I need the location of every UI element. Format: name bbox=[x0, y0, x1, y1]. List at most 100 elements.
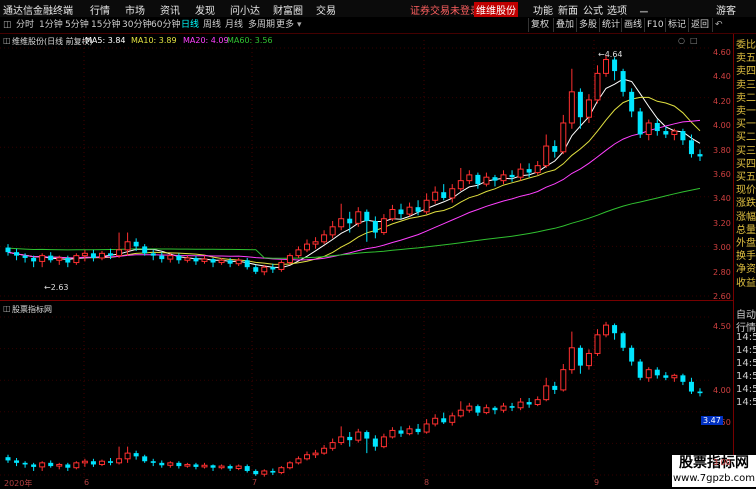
period-multi[interactable]: 多周期 bbox=[248, 18, 275, 32]
candle-body-up bbox=[406, 428, 413, 435]
menu-jiaoyi[interactable]: 交易 bbox=[316, 2, 336, 17]
main-yaxis-label: 4.40 bbox=[713, 72, 731, 82]
period-fenshi[interactable]: 分时 bbox=[16, 18, 34, 32]
xaxis-label-7: 7 bbox=[252, 478, 258, 487]
candle-body-down bbox=[398, 430, 404, 434]
candle-body-down bbox=[415, 428, 421, 433]
btn-fanhui[interactable]: 返回 bbox=[688, 18, 709, 32]
candle-body-down bbox=[620, 333, 626, 348]
candle-body-down bbox=[697, 391, 703, 394]
candle-body-down bbox=[577, 347, 583, 366]
candle-body-up bbox=[56, 463, 63, 467]
candle-body-up bbox=[517, 168, 524, 178]
candle-body-up bbox=[423, 423, 430, 433]
candle-body-down bbox=[492, 177, 498, 181]
candle-body-up bbox=[560, 369, 567, 391]
menu-zixun[interactable]: 资讯 bbox=[160, 2, 180, 17]
candle-body-up bbox=[329, 226, 336, 236]
kline-main-panel[interactable]: ◫ 维维股份(日线 前复权) MA5: 3.84 MA10: 3.89 MA20… bbox=[0, 34, 733, 301]
dropdown-icon[interactable]: ▾ bbox=[297, 18, 302, 32]
candle-body-up bbox=[98, 460, 105, 465]
period-15min[interactable]: 15分钟 bbox=[91, 18, 120, 32]
candle-body-up bbox=[585, 352, 592, 367]
candle-body-down bbox=[210, 259, 216, 263]
candle-body-up bbox=[500, 405, 507, 411]
low-annotation: ←2.63 bbox=[44, 283, 69, 292]
candle-body-down bbox=[509, 406, 515, 408]
main-yaxis-label: 4.60 bbox=[713, 48, 731, 57]
candle-body-down bbox=[552, 146, 558, 152]
candle-body-up bbox=[312, 241, 319, 245]
candle-body-down bbox=[90, 461, 96, 465]
menu-faxian[interactable]: 发现 bbox=[195, 2, 215, 17]
period-1min[interactable]: 1分钟 bbox=[39, 18, 63, 32]
period-weekly[interactable]: 周线 bbox=[203, 18, 221, 32]
candle-body-up bbox=[81, 252, 88, 257]
minimize-icon[interactable]: ▁ bbox=[640, 2, 648, 13]
menu-shichang[interactable]: 市场 bbox=[125, 2, 145, 17]
btn-f10[interactable]: F10 bbox=[644, 18, 664, 32]
candle-body-up bbox=[466, 174, 473, 182]
menu-wenxiaoda[interactable]: 问小达 bbox=[230, 2, 260, 17]
btn-fuquan[interactable]: 复权 bbox=[528, 18, 549, 32]
current-price-tag: 3.47 bbox=[701, 416, 723, 425]
btn-diejia[interactable]: 叠加 bbox=[553, 18, 574, 32]
candle-body-up bbox=[483, 407, 490, 414]
period-daily[interactable]: 日线 bbox=[181, 18, 199, 32]
candle-body-up bbox=[355, 431, 362, 441]
btn-duogu[interactable]: 多股 bbox=[576, 18, 597, 32]
candle-body-down bbox=[372, 438, 378, 447]
menu-xuanxiang[interactable]: 选项 bbox=[607, 2, 627, 17]
period-60min[interactable]: 60分钟 bbox=[151, 18, 180, 32]
menu-banmian[interactable]: 新面 bbox=[558, 2, 578, 17]
btn-tongji[interactable]: 统计 bbox=[599, 18, 620, 32]
candle-body-down bbox=[108, 253, 114, 256]
menu-hangqing[interactable]: 行情 bbox=[90, 2, 110, 17]
candle-body-down bbox=[441, 418, 447, 423]
candle-body-down bbox=[637, 361, 643, 378]
candle-body-up bbox=[73, 462, 80, 469]
btn-huaxian[interactable]: 画线 bbox=[621, 18, 642, 32]
candle-body-up bbox=[457, 180, 464, 190]
menu-gongshi[interactable]: 公式 bbox=[583, 2, 603, 17]
candle-body-up bbox=[321, 234, 328, 243]
period-30min[interactable]: 30分钟 bbox=[122, 18, 151, 32]
menu-caifuquan[interactable]: 财富圈 bbox=[273, 2, 303, 17]
candle-body-up bbox=[218, 465, 225, 469]
candle-body-down bbox=[90, 253, 96, 258]
ma10-line bbox=[7, 96, 701, 265]
candle-body-up bbox=[81, 460, 88, 464]
main-yaxis-label: 3.40 bbox=[713, 194, 731, 204]
login-status[interactable]: 证券交易未登录 bbox=[410, 2, 480, 17]
user-guest[interactable]: 游客 bbox=[716, 2, 736, 17]
candle-body-down bbox=[637, 111, 643, 135]
candle-body-up bbox=[432, 417, 439, 425]
candle-body-down bbox=[253, 470, 259, 475]
candle-body-up bbox=[124, 452, 131, 460]
candle-body-up bbox=[534, 165, 541, 174]
sub-svg bbox=[0, 309, 710, 479]
btn-biaoji[interactable]: 标记 bbox=[665, 18, 686, 32]
candle-body-up bbox=[449, 188, 456, 199]
back-arrow-icon[interactable]: ↶ bbox=[712, 18, 723, 32]
period-5min[interactable]: 5分钟 bbox=[65, 18, 89, 32]
candle-body-down bbox=[210, 465, 216, 468]
candle-body-up bbox=[568, 347, 575, 371]
menu-gongneng[interactable]: 功能 bbox=[533, 2, 553, 17]
sub-yaxis-label: 3.00 bbox=[713, 458, 731, 467]
indicator-sub-panel[interactable]: ◫ 股票指标网 bbox=[0, 303, 733, 479]
main-yaxis-label: 4.20 bbox=[713, 96, 731, 106]
period-monthly[interactable]: 月线 bbox=[225, 18, 243, 32]
candle-body-up bbox=[483, 176, 490, 185]
candle-body-up bbox=[201, 258, 208, 262]
candle-body-down bbox=[193, 257, 199, 262]
tick-row-3: 14:50 bbox=[736, 345, 756, 356]
candle-body-down bbox=[48, 255, 54, 261]
watermark-line2: www.7gpzb.com bbox=[673, 473, 755, 484]
candle-body-down bbox=[415, 207, 421, 212]
ma20-line bbox=[7, 119, 701, 261]
candle-body-down bbox=[629, 347, 635, 362]
period-more[interactable]: 更多 bbox=[276, 18, 294, 32]
candle-body-down bbox=[347, 436, 353, 441]
panel-icon[interactable]: ◫ bbox=[3, 18, 12, 32]
